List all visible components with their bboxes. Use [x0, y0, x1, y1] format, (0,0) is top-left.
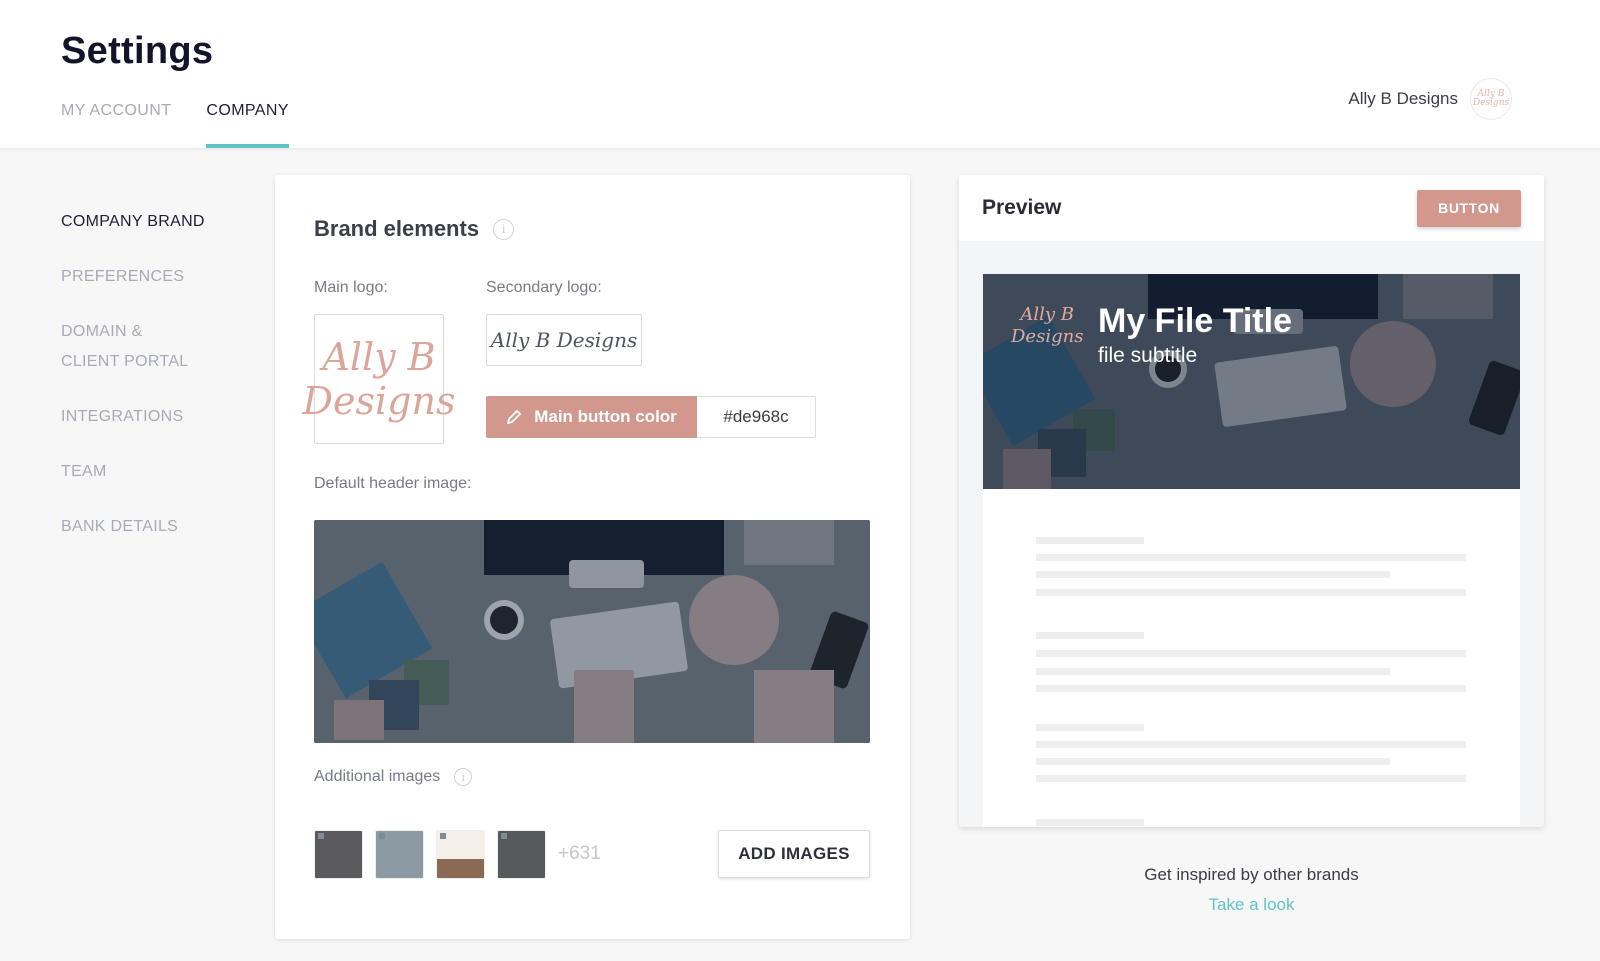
inspiration-text: Get inspired by other brands — [1144, 865, 1359, 884]
inspiration-section: Get inspired by other brands Take a look — [959, 865, 1544, 915]
sidebar-item-integrations[interactable]: INTEGRATIONS — [61, 402, 251, 432]
info-icon[interactable]: i — [454, 768, 473, 786]
preview-document: Ally B Designs My File Title file subtit… — [983, 274, 1520, 827]
main-logo-text-line2: Designs — [302, 379, 456, 423]
skeleton-line — [1036, 758, 1390, 765]
additional-images-heading: Additional images i — [314, 768, 473, 786]
preview-title: Preview — [982, 196, 1062, 219]
tab-company[interactable]: COMPANY — [206, 102, 289, 148]
sidebar-item-company-brand[interactable]: COMPANY BRAND — [61, 207, 251, 237]
take-a-look-link[interactable]: Take a look — [1209, 895, 1295, 915]
additional-images-row: +631 ADD IMAGES — [314, 828, 870, 880]
preview-hero: Ally B Designs My File Title file subtit… — [983, 274, 1520, 489]
sidebar-item-label-line2: CLIENT PORTAL — [61, 353, 189, 370]
skeleton-line — [1036, 668, 1390, 675]
main-logo-upload[interactable]: Ally B Designs — [303, 314, 455, 444]
preview-logo-line2: Designs — [1011, 326, 1084, 347]
skeleton-line — [1036, 685, 1466, 692]
section-title: Brand elements i — [314, 216, 515, 242]
sidebar-item-bank-details[interactable]: BANK DETAILS — [61, 512, 251, 542]
settings-tabs: MY ACCOUNT COMPANY — [61, 102, 289, 148]
additional-image-thumbnail[interactable] — [436, 829, 485, 879]
skeleton-line — [1036, 537, 1144, 544]
additional-images-label: Additional images — [314, 768, 441, 785]
color-hex-input[interactable] — [697, 396, 816, 438]
info-icon[interactable]: i — [493, 218, 515, 240]
skeleton-line — [1036, 819, 1144, 826]
preview-logo-line1: Ally B — [1020, 304, 1075, 325]
preview-file-subtitle: file subtitle — [1098, 344, 1198, 367]
sidebar-item-team[interactable]: TEAM — [61, 457, 251, 487]
sidebar-item-preferences[interactable]: PREFERENCES — [61, 262, 251, 292]
settings-sidebar: COMPANY BRAND PREFERENCES DOMAIN & CLIEN… — [61, 207, 251, 567]
preview-hero-logo: Ally B Designs — [1011, 304, 1083, 348]
tab-my-account[interactable]: MY ACCOUNT — [61, 102, 171, 148]
additional-image-thumbnail[interactable] — [375, 829, 424, 879]
skeleton-line — [1036, 632, 1144, 639]
brand-elements-heading: Brand elements — [314, 216, 480, 241]
page-title: Settings — [61, 30, 214, 72]
additional-image-thumbnail[interactable] — [314, 829, 363, 879]
sidebar-item-domain-client-portal[interactable]: DOMAIN & CLIENT PORTAL — [61, 317, 251, 377]
avatar-logo-text: Ally B Designs — [1472, 89, 1510, 108]
secondary-logo-text: Ally B Designs — [490, 328, 638, 352]
sidebar-item-label-line1: DOMAIN & — [61, 323, 143, 340]
main-logo-text-line1: Ally B — [322, 335, 436, 379]
skeleton-line — [1036, 554, 1466, 561]
header-image-label: Default header image: — [314, 475, 472, 492]
preview-card: Preview BUTTON Ally B Designs My File Ti… — [959, 175, 1544, 827]
main-button-color-button[interactable]: Main button color — [486, 396, 697, 438]
main-button-color-label: Main button color — [534, 407, 677, 426]
default-header-image[interactable] — [314, 520, 870, 743]
top-header: Settings MY ACCOUNT COMPANY Ally B Desig… — [0, 0, 1600, 148]
additional-image-thumbnail[interactable] — [497, 829, 546, 879]
preview-header: Preview BUTTON — [959, 175, 1544, 241]
skeleton-line — [1036, 589, 1466, 596]
skeleton-line — [1036, 571, 1390, 578]
main-button-color-group: Main button color — [486, 396, 816, 438]
main-logo-label: Main logo: — [314, 279, 388, 296]
preview-sample-button[interactable]: BUTTON — [1417, 189, 1521, 227]
skeleton-line — [1036, 741, 1466, 748]
secondary-logo-label: Secondary logo: — [486, 279, 602, 296]
skeleton-line — [1036, 724, 1144, 731]
add-images-button[interactable]: ADD IMAGES — [718, 830, 870, 878]
more-images-count[interactable]: +631 — [558, 843, 601, 865]
account-name: Ally B Designs — [1348, 89, 1458, 108]
secondary-logo-upload[interactable]: Ally B Designs — [486, 314, 642, 366]
brand-elements-card: Brand elements i Main logo: Secondary lo… — [275, 175, 910, 939]
skeleton-line — [1036, 775, 1466, 782]
preview-file-title: My File Title — [1098, 302, 1292, 340]
account-menu[interactable]: Ally B Designs Ally B Designs — [1348, 78, 1512, 120]
desk-photo — [314, 520, 870, 743]
avatar[interactable]: Ally B Designs — [1470, 78, 1512, 120]
pencil-icon — [507, 410, 522, 424]
skeleton-line — [1036, 650, 1466, 657]
